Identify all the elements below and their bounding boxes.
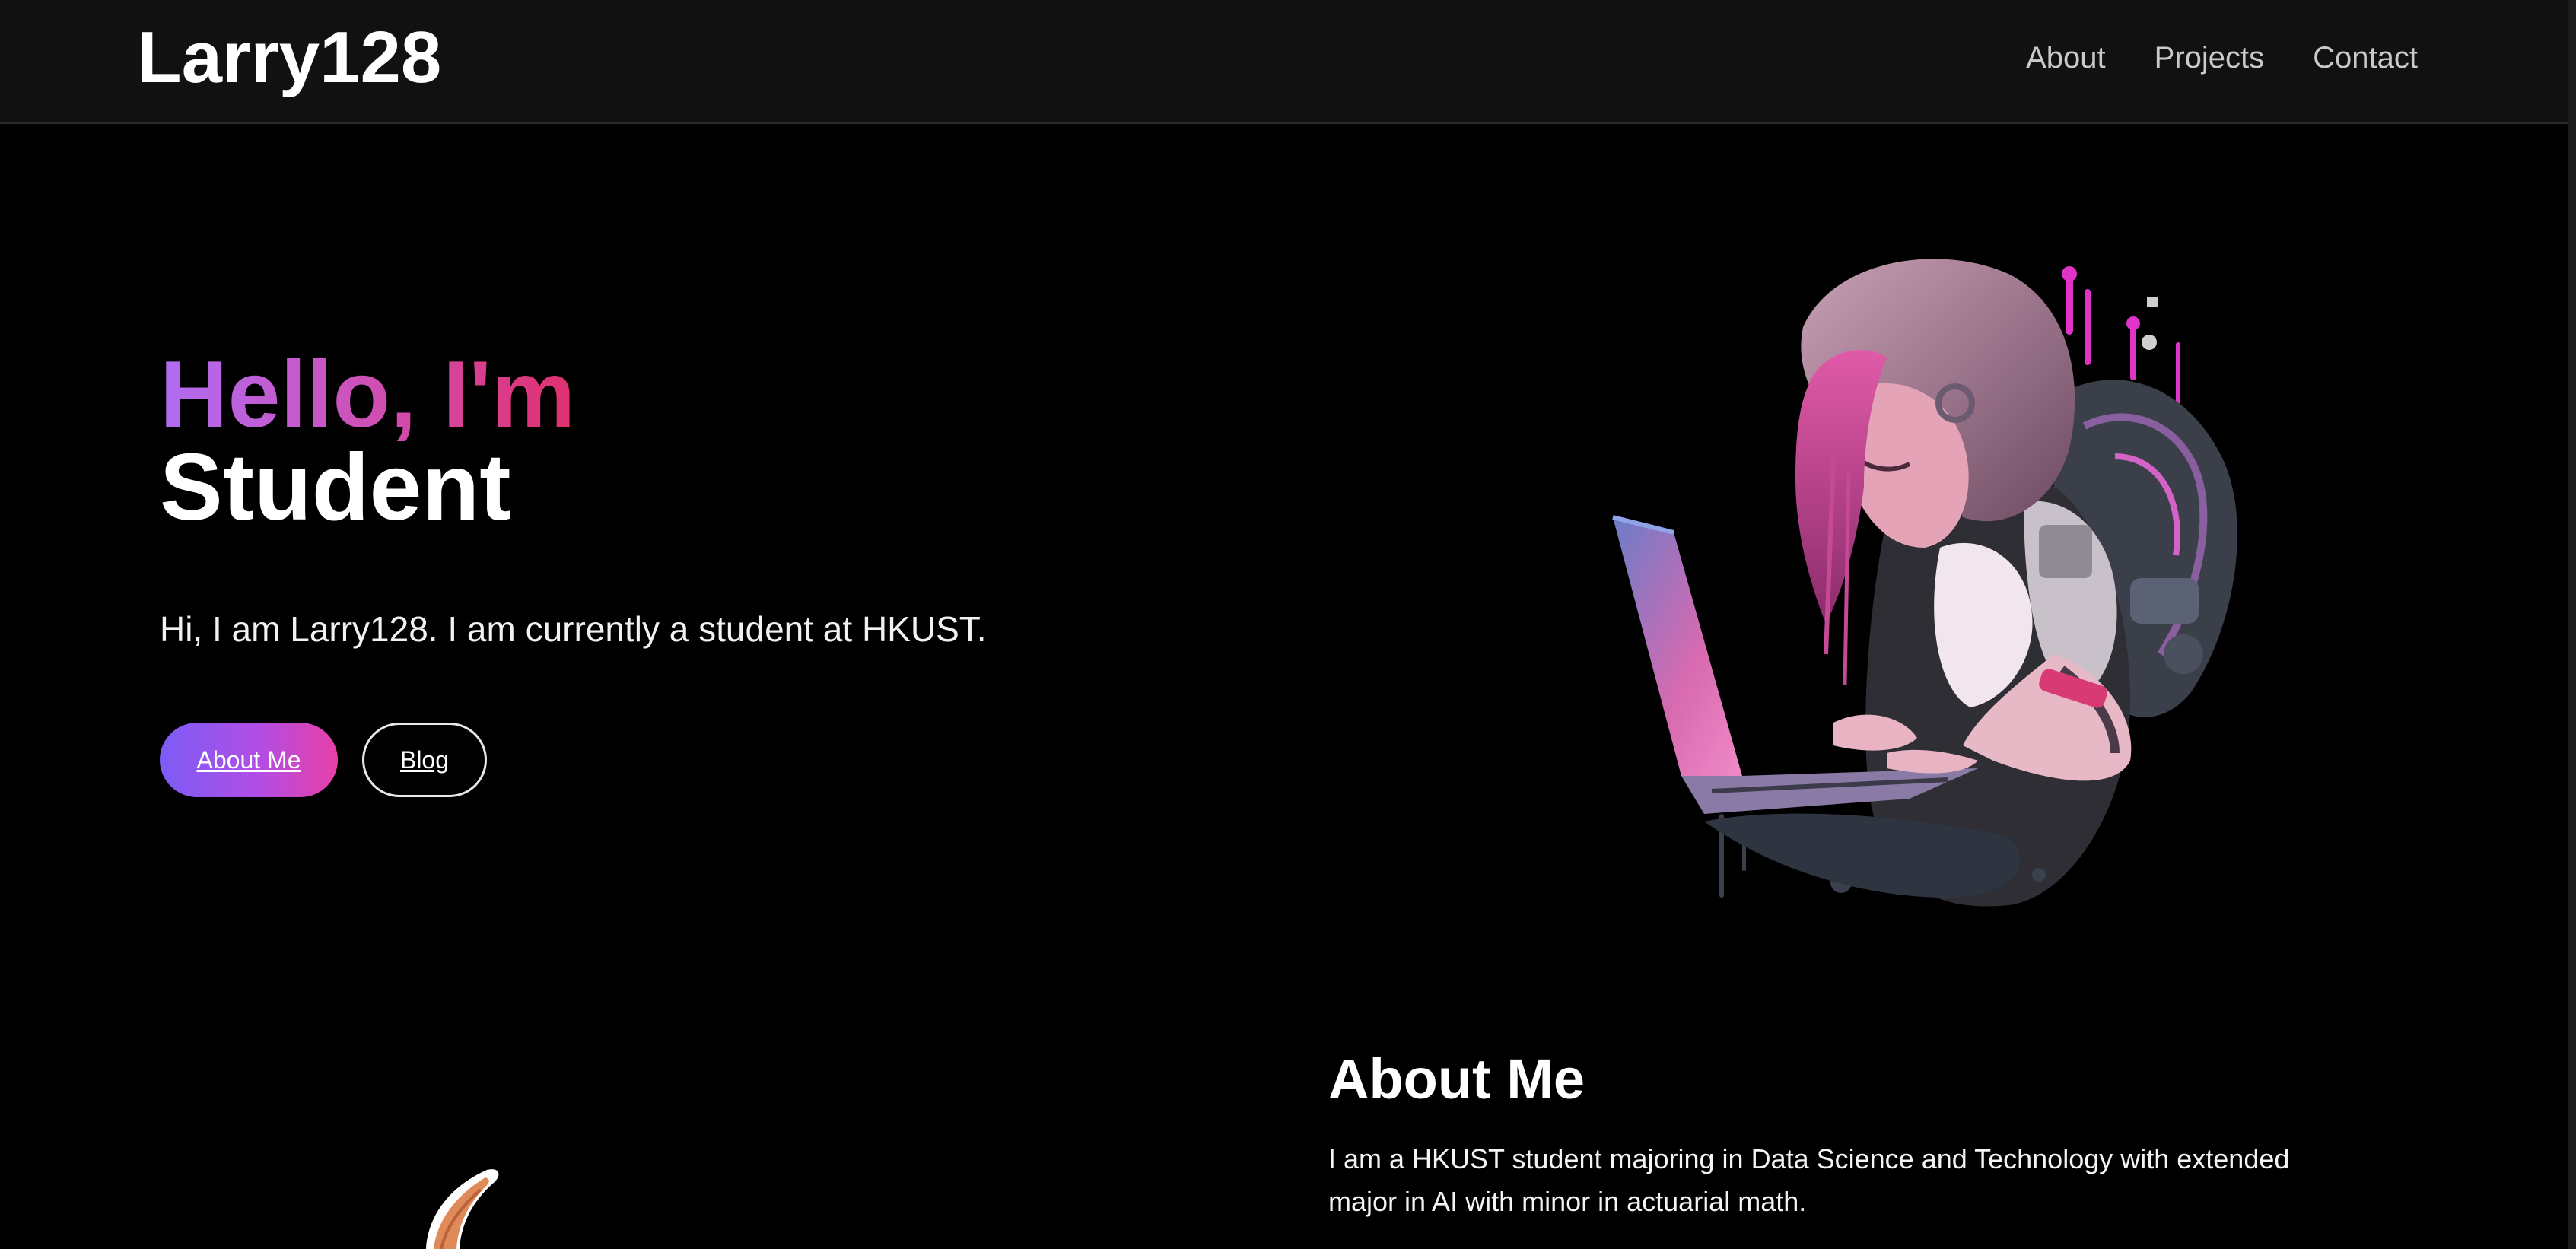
about-section-title: About Me [1328, 1047, 1585, 1111]
hero-intro: Hi, I am Larry128. I am currently a stud… [160, 609, 987, 649]
about-me-button[interactable]: About Me [160, 723, 338, 797]
hero-illustration [1612, 259, 2237, 907]
page: Larry128 About Projects Contact Hello, I… [0, 0, 2576, 1249]
blog-button[interactable]: Blog [362, 723, 487, 797]
top-navbar: Larry128 About Projects Contact [0, 0, 2568, 124]
hero-role: Student [160, 435, 511, 540]
page-scrollbar[interactable] [2568, 0, 2576, 1249]
main-nav: About Projects Contact [2026, 43, 2418, 73]
hero-heading: Hello, I'm Student [160, 342, 576, 540]
about-section-text: I am a HKUST student majoring in Data Sc… [1328, 1143, 2290, 1217]
nav-link-contact[interactable]: Contact [2313, 43, 2418, 73]
nav-link-about[interactable]: About [2026, 43, 2106, 73]
nav-link-projects[interactable]: Projects [2155, 43, 2265, 73]
hero-greeting: Hello, I'm [160, 342, 576, 447]
site-logo[interactable]: Larry128 [137, 21, 441, 94]
about-illustration [426, 1169, 499, 1249]
